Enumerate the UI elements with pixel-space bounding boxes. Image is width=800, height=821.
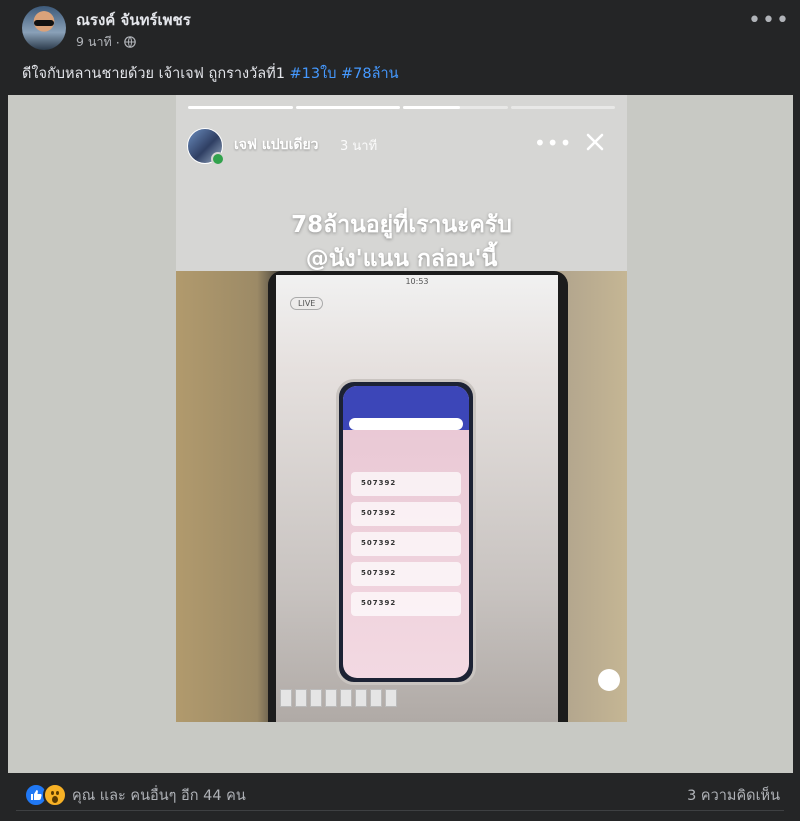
caption-text: ดีใจกับหลานชายด้วย เจ้าเจฟ ถูกรางวัลที่1: [22, 66, 290, 82]
lottery-ticket: 507392: [351, 472, 461, 496]
meta-separator: ·: [115, 34, 120, 50]
story-more-icon: •••: [534, 131, 573, 155]
lottery-app-tabs: [349, 418, 463, 430]
lottery-app-phone: 507392 507392 507392 507392 507392: [336, 379, 476, 685]
story-screenshot: เจฟ แปบเดียว 3 นาที ••• 78ล้านอยู่ที่เรา…: [176, 95, 627, 722]
wow-icon: [43, 783, 67, 807]
hashtag-13[interactable]: #13ใบ: [290, 66, 337, 82]
reaction-summary[interactable]: คุณ และ คนอื่นๆ อีก 44 คน: [72, 784, 246, 807]
story-user: เจฟ แปบเดียว: [234, 137, 319, 153]
story-text-line1: 78ล้านอยู่ที่เรานะครับ: [291, 212, 512, 238]
comments-count[interactable]: 3 ความคิดเห็น: [687, 784, 780, 807]
scan-icon: [598, 669, 620, 691]
globe-icon: [123, 36, 136, 48]
thumbnail-strip: [280, 689, 397, 707]
post-meta: 9 นาที ·: [76, 32, 136, 52]
close-icon: [586, 133, 604, 151]
post-time[interactable]: 9 นาที: [76, 32, 112, 52]
post-footer: คุณ และ คนอื่นๆ อีก 44 คน 3 ความคิดเห็น: [0, 774, 800, 821]
post-media[interactable]: เจฟ แปบเดียว 3 นาที ••• 78ล้านอยู่ที่เรา…: [8, 95, 793, 773]
story-photo: 10:53 LIVE 507392 507392 507392 507392 5…: [176, 271, 627, 722]
story-time: 3 นาที: [340, 139, 378, 154]
post-caption: ดีใจกับหลานชายด้วย เจ้าเจฟ ถูกรางวัลที่1…: [22, 62, 399, 85]
reaction-icons[interactable]: [24, 783, 67, 807]
phone-screen: 10:53 LIVE 507392 507392 507392 507392 5…: [276, 275, 620, 722]
lottery-ticket: 507392: [351, 562, 461, 586]
hashtag-78[interactable]: #78ล้าน: [341, 66, 399, 82]
author-name[interactable]: ณรงค์ จันทร์เพชร: [76, 8, 191, 32]
story-progress: [188, 106, 615, 109]
post-header: ณรงค์ จันทร์เพชร 9 นาที · •••: [0, 0, 800, 60]
phone-clock: 10:53: [405, 277, 429, 286]
post-more-button[interactable]: •••: [748, 10, 789, 34]
live-badge: LIVE: [290, 297, 324, 310]
author-avatar[interactable]: [22, 6, 66, 50]
lottery-ticket: 507392: [351, 532, 461, 556]
online-indicator: [211, 152, 225, 166]
lottery-ticket: 507392: [351, 502, 461, 526]
lottery-ticket: 507392: [351, 592, 461, 616]
footer-divider: [16, 810, 784, 811]
